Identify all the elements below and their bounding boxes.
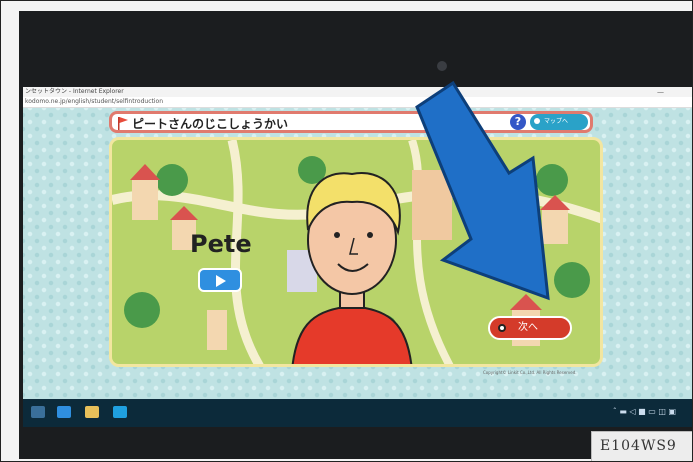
photo-frame: ンセットタウン - Internet Explorer — kodomo.ne.… — [0, 0, 693, 462]
asset-sticker: E104WS9 — [591, 431, 692, 461]
arrow-icon — [415, 80, 550, 301]
sticker-label: E104WS9 — [600, 438, 677, 454]
